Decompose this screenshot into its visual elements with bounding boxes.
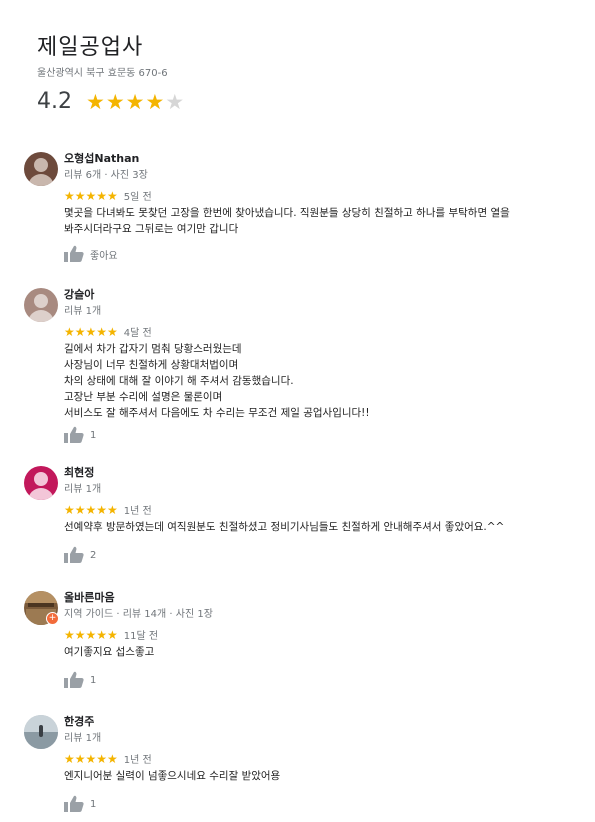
review-stars: ★★★★★: [64, 751, 118, 766]
reviewer-meta: 리뷰 1개: [64, 733, 102, 744]
reviewer-meta: 리뷰 1개: [64, 484, 102, 495]
star-filled-icon: ★: [86, 89, 106, 114]
place-address: 울산광역시 북구 효문동 670-6: [37, 68, 168, 79]
review-text: 여기좋지요 섭스좋고: [64, 646, 155, 658]
local-guide-badge-icon: +: [46, 612, 59, 625]
like-button[interactable]: 2: [64, 546, 96, 564]
thumbs-up-icon[interactable]: [64, 546, 84, 564]
like-count: 1: [90, 798, 97, 810]
reviewer-meta: 리뷰 6개 · 사진 3장: [64, 170, 148, 181]
like-count: 2: [90, 549, 97, 561]
avatar[interactable]: [24, 466, 58, 500]
review-text: 길에서 차가 갑자기 멈춰 당황스러웠는데 사장님이 너무 친절하게 상황대처법…: [64, 343, 370, 419]
star-filled-icon: ★: [125, 89, 146, 114]
like-button[interactable]: 1: [64, 671, 96, 689]
reviewer-name[interactable]: 오형섭Nathan: [64, 152, 584, 166]
reviewer-meta: 리뷰 1개: [64, 306, 102, 317]
review-stars: ★★★★★: [64, 324, 118, 339]
review-text: 선예약후 방문하였는데 여직원분도 친절하셨고 정비기사님들도 친절하게 안내해…: [64, 521, 505, 533]
place-header: 제일공업사 울산광역시 북구 효문동 670-6 4.2 ★★★★★: [37, 34, 185, 114]
review-time: 11달 전: [123, 631, 159, 642]
reviewer-name[interactable]: 최현정: [64, 466, 584, 480]
like-button[interactable]: 좋아요: [64, 245, 118, 263]
like-button[interactable]: 1: [64, 426, 96, 444]
thumbs-up-icon[interactable]: [64, 245, 84, 263]
thumbs-up-icon[interactable]: [64, 795, 84, 813]
avatar[interactable]: [24, 288, 58, 322]
star-filled-icon: ★: [145, 89, 166, 114]
like-count: 1: [90, 429, 97, 441]
avatar[interactable]: [24, 715, 58, 749]
reviewer-name[interactable]: 올바른마음: [64, 591, 584, 605]
review-time: 1년 전: [123, 755, 152, 766]
overall-rating: 4.2 ★★★★★: [37, 89, 185, 114]
rating-value: 4.2: [37, 89, 72, 114]
like-count: 좋아요: [90, 250, 118, 262]
place-name: 제일공업사: [37, 35, 144, 60]
reviewer-meta: 지역 가이드 · 리뷰 14개 · 사진 1장: [64, 609, 213, 620]
review-time: 4달 전: [123, 328, 152, 339]
review-time: 1년 전: [123, 506, 152, 517]
thumbs-up-icon[interactable]: [64, 426, 84, 444]
like-count: 1: [90, 674, 97, 686]
review-time: 5일 전: [123, 192, 152, 203]
review-stars: ★★★★★: [64, 502, 118, 517]
review-stars: ★★★★★: [64, 627, 118, 642]
like-button[interactable]: 1: [64, 795, 96, 813]
review-text: 몇곳을 다녀봐도 못찾던 고장을 한번에 찾아냈습니다. 직원분들 상당히 친절…: [64, 207, 510, 235]
star-empty-icon: ★: [165, 89, 186, 114]
review-text: 엔지니어분 실력이 넘좋으시네요 수리잘 받았어용: [64, 770, 281, 782]
avatar[interactable]: [24, 152, 58, 186]
reviewer-name[interactable]: 강슬아: [64, 288, 584, 302]
star-filled-icon: ★: [105, 89, 126, 114]
rating-stars: ★★★★★: [86, 90, 185, 114]
review-stars: ★★★★★: [64, 188, 118, 203]
thumbs-up-icon[interactable]: [64, 671, 84, 689]
reviewer-name[interactable]: 한경주: [64, 715, 584, 729]
